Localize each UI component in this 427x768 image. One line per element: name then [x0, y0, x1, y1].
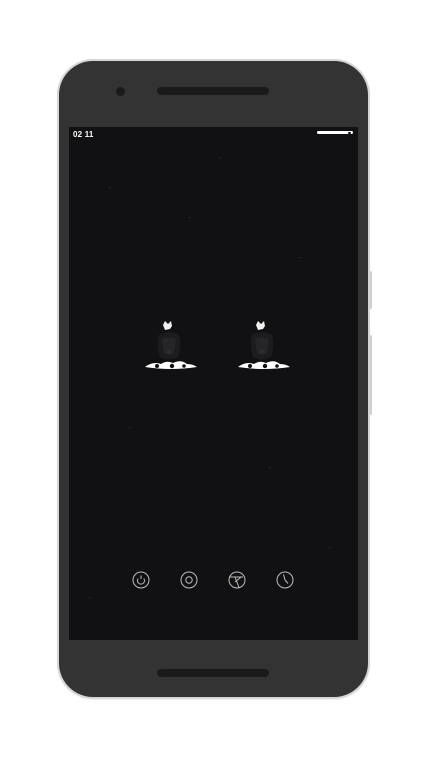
clock-icon[interactable] — [275, 570, 295, 590]
bottom-speaker — [157, 669, 269, 677]
screen: 02 11 — [69, 127, 358, 640]
status-time: 02 11 — [73, 130, 94, 139]
silhouette-figure-icon — [139, 317, 203, 377]
power-ring-icon[interactable] — [131, 570, 151, 590]
app-dock — [69, 568, 358, 592]
aperture-icon[interactable] — [227, 570, 247, 590]
front-camera — [116, 87, 125, 96]
earpiece-speaker — [157, 87, 269, 95]
target-ring-icon[interactable] — [179, 570, 199, 590]
device-frame-page: 02 11 — [0, 0, 427, 768]
silhouette-figure-icon — [232, 317, 296, 377]
volume-rocker[interactable] — [368, 335, 372, 415]
battery-icon — [317, 131, 353, 134]
power-button[interactable] — [368, 271, 372, 309]
